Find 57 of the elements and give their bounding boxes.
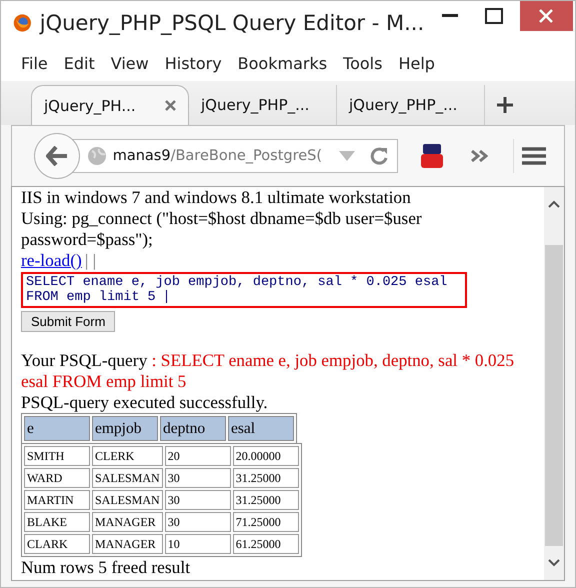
- table-cell: CLARK: [24, 534, 90, 554]
- menu-item[interactable]: File: [13, 54, 56, 72]
- minimize-icon: [442, 14, 458, 18]
- close-button[interactable]: [520, 1, 574, 31]
- window-title: jQuery_PHP_PSQL Query Editor - M...: [40, 11, 424, 35]
- column-header: empjob: [92, 416, 158, 442]
- table-cell: CLERK: [92, 446, 163, 466]
- table-cell: 30: [164, 468, 231, 488]
- query-textarea[interactable]: SELECT ename e, job empjob, deptno, sal * 0.025 esal FROM emp limit 5: [21, 272, 467, 308]
- scroll-up-icon[interactable]: [548, 200, 560, 208]
- table-cell: 71.25000: [232, 512, 299, 532]
- table-cell: MANAGER: [92, 512, 163, 532]
- plus-icon: [497, 97, 513, 113]
- table-cell: 20: [164, 446, 231, 466]
- separator-text: | |: [84, 250, 96, 270]
- scroll-down-icon[interactable]: [548, 559, 560, 567]
- menu-item[interactable]: View: [102, 54, 157, 72]
- table-cell: 30: [164, 490, 231, 510]
- footer-text: Num rows 5 freed result: [21, 557, 192, 578]
- status-text: PSQL-query executed successfully.: [21, 392, 269, 414]
- back-button[interactable]: [34, 133, 80, 179]
- table-cell: MARTIN: [24, 490, 90, 510]
- close-tab-icon[interactable]: [165, 100, 176, 111]
- globe-icon: [86, 146, 107, 166]
- url-text: manas9/BareBone_PostgreS(: [112, 148, 324, 164]
- table-cell: 10: [164, 534, 231, 554]
- reload-link[interactable]: re-load(): [21, 250, 82, 270]
- info-text: IIS in windows 7 and windows 8.1 ultimate workstation: [21, 187, 412, 208]
- table-cell: 20.00000: [232, 446, 299, 466]
- column-header: esal: [228, 416, 294, 442]
- scrollbar[interactable]: [544, 187, 564, 580]
- menu-item[interactable]: Help: [390, 54, 443, 72]
- table-cell: SALESMAN: [92, 468, 163, 488]
- maximize-icon: [484, 8, 503, 24]
- browser-tab[interactable]: jQuery_PH...: [31, 85, 189, 125]
- table-cell: 31.25000: [232, 468, 299, 488]
- back-arrow-icon: [46, 146, 68, 166]
- submit-button[interactable]: Submit Form: [21, 311, 116, 332]
- close-icon: [539, 9, 554, 23]
- menu-item[interactable]: History: [156, 54, 230, 72]
- query-echo-text: Your PSQL-query : SELECT ename e, job empjob, deptno, sal * 0.025 esal FROM emp limit 5: [21, 350, 516, 392]
- menu-item[interactable]: Tools: [335, 54, 390, 72]
- table-cell: SMITH: [24, 446, 90, 466]
- table-cell: WARD: [24, 468, 90, 488]
- menu-item[interactable]: Edit: [56, 54, 103, 72]
- text-cursor: [166, 290, 167, 303]
- table-cell: 31.25000: [232, 490, 299, 510]
- menu-item[interactable]: Bookmarks: [230, 54, 336, 72]
- table-cell: SALESMAN: [92, 490, 163, 510]
- table-cell: BLAKE: [24, 512, 90, 532]
- column-header: e: [24, 416, 90, 442]
- info-text: Using: pg_connect ("host=$host dbname=$db user=$user password=$pass");: [21, 208, 423, 250]
- table-cell: 61.25000: [232, 534, 299, 554]
- table-cell: 30: [164, 512, 231, 532]
- column-header: deptno: [160, 416, 226, 442]
- table-cell: MANAGER: [92, 534, 163, 554]
- reload-icon[interactable]: [368, 146, 389, 166]
